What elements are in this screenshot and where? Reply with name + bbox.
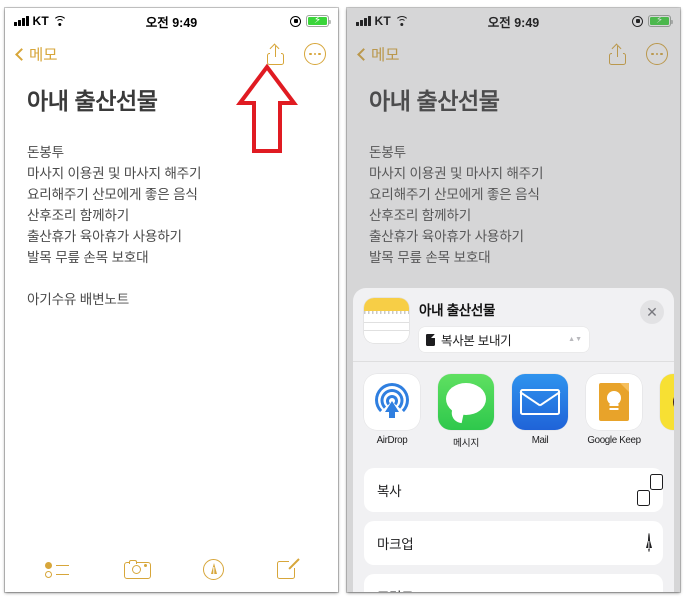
action-label: 복사 [377,484,402,499]
rotation-lock-icon [290,15,301,27]
share-app-mail[interactable]: Mail [512,374,568,449]
airdrop-icon [364,374,420,430]
nav-bar-left: 메모 [5,34,338,74]
status-bar-left: KT 오전 9:49 ⚡ [5,8,338,34]
action-label: 프린트 [377,586,414,592]
share-app-label: AirDrop [376,435,408,446]
back-button[interactable]: 메모 [15,43,58,65]
note-line: 산후조리 함께하기 [27,208,130,223]
status-right-group: ⚡ [290,15,332,27]
battery-charging-icon: ⚡ [648,15,674,27]
share-sheet: 아내 출산선물 복사본 보내기 ▲▼ ✕ AirDrop 메시지 Mail Go… [353,288,674,592]
rotation-lock-icon [632,15,643,27]
share-app-airdrop[interactable]: AirDrop [364,374,420,449]
status-time: 오전 9:49 [145,15,198,30]
share-apps-row[interactable]: AirDrop 메시지 Mail Google Keep [353,362,674,459]
note-line: 발목 무릎 손목 보호대 [369,250,491,265]
back-button[interactable]: 메모 [357,43,400,65]
mail-icon [512,374,568,430]
share-sheet-header: 아내 출산선물 복사본 보내기 ▲▼ ✕ [353,288,674,361]
action-label: 마크업 [377,537,414,552]
google-keep-icon [586,374,642,430]
back-button-label: 메모 [29,47,58,64]
note-content-right: 아내 출산선물 돈봉투 마사지 이용권 및 마사지 해주기 요리해주기 산모에게… [347,74,680,310]
note-line: 마사지 이용권 및 마사지 해주기 [27,166,202,181]
notes-app-icon [364,298,409,343]
status-time: 오전 9:49 [487,15,540,30]
note-line: 출산휴가 육아휴가 사용하기 [369,229,524,244]
share-app-label: 카 [660,435,674,449]
document-icon [426,333,435,346]
note-line: 요리해주기 산모에게 좋은 음식 [27,187,198,202]
more-ellipsis-icon[interactable] [304,43,326,65]
share-icon[interactable] [267,43,284,65]
note-title: 아내 출산선물 [27,88,158,114]
compose-button[interactable] [276,557,300,580]
action-row-print[interactable]: 프린트 [364,574,663,592]
note-line-blank [369,268,658,289]
chevron-left-icon [15,47,28,61]
nav-bar-right: 메모 [347,34,680,74]
checklist-button[interactable] [45,561,71,578]
share-sheet-title-group: 아내 출산선물 복사본 보내기 ▲▼ [419,298,640,352]
share-app-messages[interactable]: 메시지 [438,374,494,449]
send-option-label: 복사본 보내기 [441,334,512,348]
send-option-select[interactable]: 복사본 보내기 ▲▼ [419,327,589,352]
camera-button[interactable] [123,559,151,579]
action-row-markup[interactable]: 마크업 [364,521,663,565]
markup-icon [646,533,652,552]
note-line-blank [27,268,316,289]
screenshot-root: KT 오전 9:49 ⚡ 메모 아내 출산선물 돈봉투 마사지 이용권 및 마사… [0,0,685,600]
phone-screen-right: KT 오전 9:49 ⚡ 메모 아내 출산선물 돈봉투 마사지 이용권 및 마사… [347,8,680,592]
close-icon[interactable]: ✕ [640,300,664,324]
markup-pen-icon [203,558,225,580]
status-right-group: ⚡ [632,15,674,27]
battery-charging-icon: ⚡ [306,15,332,27]
share-app-kakaotalk[interactable]: 카 [660,374,674,449]
share-app-label: Google Keep [587,435,641,446]
share-actions-list: 복사 마크업 프린트 [353,468,674,592]
note-content-left[interactable]: 아내 출산선물 돈봉투 마사지 이용권 및 마사지 해주기 요리해주기 산모에게… [5,74,338,310]
chevron-left-icon [357,47,370,61]
bottom-toolbar-left [5,546,338,592]
note-line: 요리해주기 산모에게 좋은 음식 [369,187,540,202]
action-row-copy[interactable]: 복사 [364,468,663,512]
note-line: 마사지 이용권 및 마사지 해주기 [369,166,544,181]
share-icon[interactable] [609,43,626,65]
note-line: 아기수유 배변노트 [27,292,130,307]
messages-icon [438,374,494,430]
back-button-label: 메모 [371,47,400,64]
note-title: 아내 출산선물 [369,88,500,114]
up-down-chevron-icon: ▲▼ [568,335,582,343]
share-app-google-keep[interactable]: Google Keep [586,374,642,449]
note-line: 출산휴가 육아휴가 사용하기 [27,229,182,244]
nav-actions [267,43,326,65]
compose-icon [276,557,300,580]
share-app-label: 메시지 [453,438,479,449]
kakaotalk-icon [660,374,674,430]
note-line: 산후조리 함께하기 [369,208,472,223]
note-line: 돈봉투 [27,145,64,160]
share-app-label: Mail [531,435,549,446]
note-line: 돈봉투 [369,145,406,160]
status-bar-right: KT 오전 9:49 ⚡ [347,8,680,34]
more-ellipsis-icon[interactable] [646,43,668,65]
camera-icon [123,559,151,579]
phone-screen-left: KT 오전 9:49 ⚡ 메모 아내 출산선물 돈봉투 마사지 이용권 및 마사… [5,8,338,592]
checklist-icon [45,561,71,578]
markup-button[interactable] [203,558,225,580]
share-sheet-title: 아내 출산선물 [419,303,496,318]
note-line: 발목 무릎 손목 보호대 [27,250,149,265]
nav-actions [609,43,668,65]
